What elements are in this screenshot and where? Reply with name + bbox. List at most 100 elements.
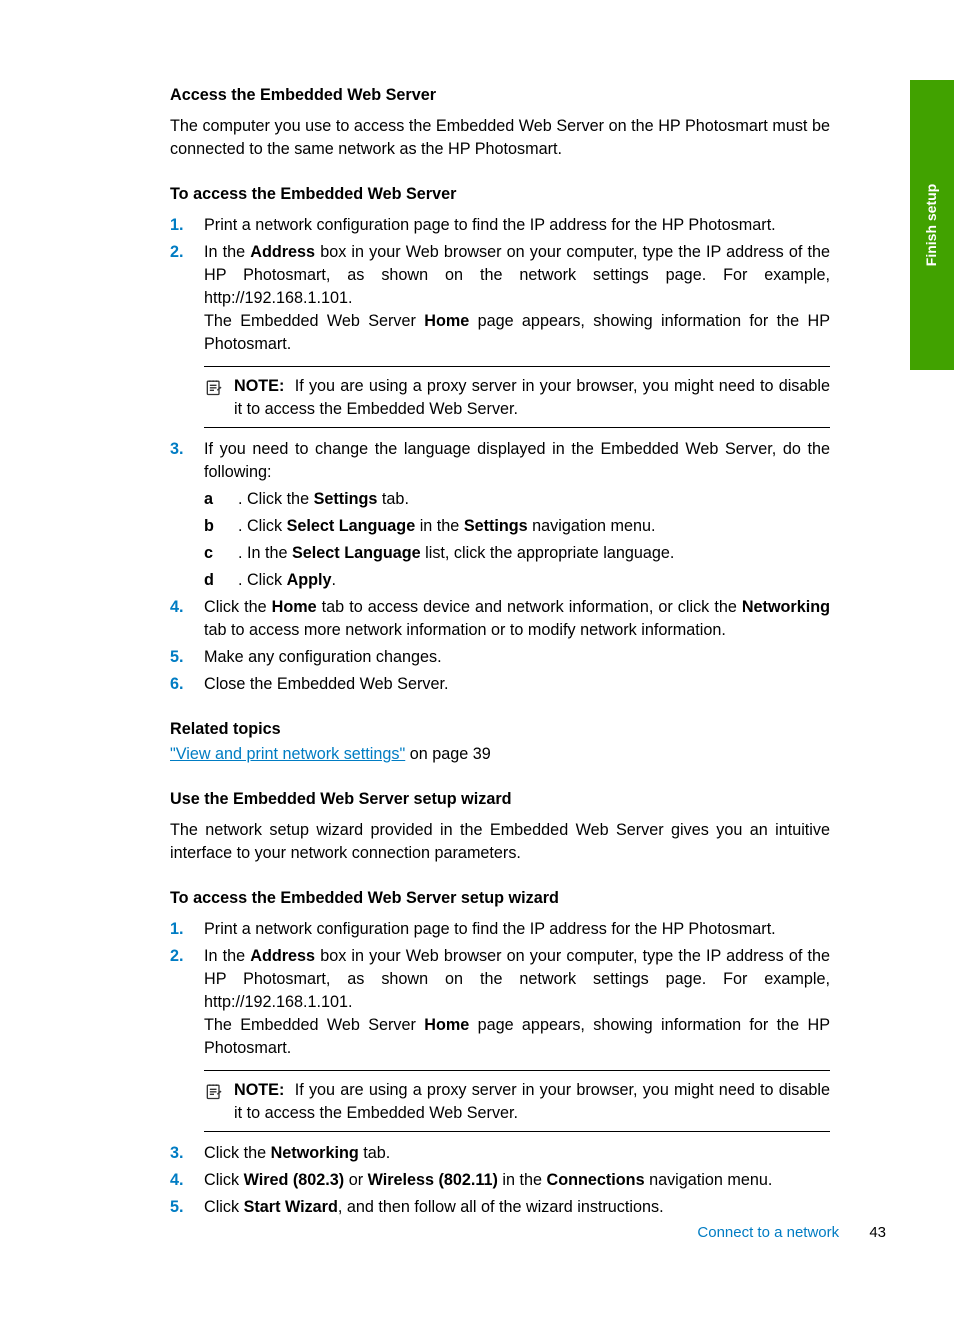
bold-text: Apply: [287, 571, 332, 589]
bold-text: Wired (802.3): [244, 1171, 345, 1189]
step-text: Click Wired (802.3) or Wireless (802.11)…: [204, 1171, 772, 1189]
text-run: tab.: [359, 1144, 391, 1162]
substep-item: d. Click Apply.: [204, 569, 830, 592]
footer-page-number: 43: [869, 1224, 886, 1241]
bold-text: Networking: [271, 1144, 359, 1162]
text-run: tab.: [377, 490, 409, 508]
text-run: tab to access device and network informa…: [317, 598, 742, 616]
text-run: . Click: [238, 571, 287, 589]
step-number: 3.: [170, 1142, 184, 1165]
related-topics-link-line: "View and print network settings" on pag…: [170, 743, 830, 766]
step-text: Make any configuration changes.: [204, 648, 442, 666]
step-text: Print a network configuration page to fi…: [204, 216, 776, 234]
text-run: In the: [204, 947, 250, 965]
bold-text: Settings: [314, 490, 378, 508]
text-run: . In the: [238, 544, 292, 562]
step-item: 3. If you need to change the language di…: [170, 438, 830, 592]
text-run: Click: [204, 1198, 244, 1216]
side-tab: Finish setup: [910, 80, 954, 370]
step-text: The Embedded Web Server Home page appear…: [204, 1014, 830, 1060]
step-text: In the Address box in your Web browser o…: [204, 947, 830, 1011]
text-run: in the: [498, 1171, 547, 1189]
text-run: In the: [204, 243, 250, 261]
step-number: 5.: [170, 1196, 184, 1219]
related-topics-heading: Related topics: [170, 718, 830, 741]
step-text: Print a network configuration page to fi…: [204, 920, 776, 938]
related-link[interactable]: "View and print network settings": [170, 745, 405, 763]
substep-letter: a: [204, 488, 213, 511]
note-text: If you are using a proxy server in your …: [234, 377, 830, 418]
text-run: navigation menu.: [645, 1171, 773, 1189]
text-run: navigation menu.: [528, 517, 656, 535]
text-run: tab to access more network information o…: [204, 621, 726, 639]
bold-text: Select Language: [287, 517, 416, 535]
footer-section-title: Connect to a network: [697, 1224, 839, 1241]
procedure-heading: To access the Embedded Web Server setup …: [170, 887, 830, 910]
step-text: In the Address box in your Web browser o…: [204, 243, 830, 307]
substep-item: a . Click the Settings tab.: [204, 488, 830, 511]
note-label: NOTE:: [234, 1081, 284, 1099]
section-heading: Use the Embedded Web Server setup wizard: [170, 788, 830, 811]
step-text: Click the Networking tab.: [204, 1144, 390, 1162]
text-run: . Click the: [238, 490, 314, 508]
section-intro: The computer you use to access the Embed…: [170, 115, 830, 161]
note-content: NOTE: If you are using a proxy server in…: [204, 375, 830, 421]
note-text: If you are using a proxy server in your …: [234, 1081, 830, 1122]
step-number: 1.: [170, 214, 184, 237]
substep-letter: c: [204, 542, 213, 565]
side-tab-label: Finish setup: [922, 184, 942, 266]
step-item: 3. Click the Networking tab.: [170, 1142, 830, 1165]
text-run: Click the: [204, 1144, 271, 1162]
text-run: Click the: [204, 598, 272, 616]
bold-text: Home: [424, 1016, 469, 1034]
text-run: .: [332, 571, 337, 589]
bold-text: Address: [250, 243, 315, 261]
note-label: NOTE:: [234, 377, 284, 395]
step-number: 2.: [170, 241, 184, 264]
bold-text: Select Language: [292, 544, 421, 562]
bold-text: Settings: [464, 517, 528, 535]
step-item: 2. In the Address box in your Web browse…: [170, 241, 830, 428]
bold-text: Address: [250, 947, 315, 965]
related-link-page: on page 39: [405, 745, 491, 763]
bold-text: Networking: [742, 598, 830, 616]
step-text: Click Start Wizard, and then follow all …: [204, 1198, 664, 1216]
text-run: Click: [204, 1171, 244, 1189]
bold-text: Connections: [547, 1171, 645, 1189]
document-page: Finish setup Access the Embedded Web Ser…: [0, 0, 954, 1321]
section-heading: Access the Embedded Web Server: [170, 84, 830, 107]
text-run: The Embedded Web Server: [204, 1016, 424, 1034]
step-item: 1. Print a network configuration page to…: [170, 918, 830, 941]
step-text: If you need to change the language displ…: [204, 440, 830, 481]
procedure-heading: To access the Embedded Web Server: [170, 183, 830, 206]
substep-letter: b: [204, 515, 214, 538]
step-item: 4. Click Wired (802.3) or Wireless (802.…: [170, 1169, 830, 1192]
text-run: or: [344, 1171, 367, 1189]
step-number: 6.: [170, 673, 184, 696]
step-number: 4.: [170, 1169, 184, 1192]
note-icon: [204, 1081, 224, 1108]
text-run: in the: [415, 517, 464, 535]
step-item: 5. Make any configuration changes.: [170, 646, 830, 669]
text-run: . Click: [238, 517, 287, 535]
bold-text: Start Wizard: [244, 1198, 338, 1216]
note-block: NOTE: If you are using a proxy server in…: [204, 366, 830, 428]
note-block: NOTE: If you are using a proxy server in…: [204, 1070, 830, 1132]
text-run: , and then follow all of the wizard inst…: [338, 1198, 664, 1216]
step-number: 1.: [170, 918, 184, 941]
page-content: Access the Embedded Web Server The compu…: [170, 84, 830, 1219]
text-run: list, click the appropriate language.: [421, 544, 675, 562]
substep-item: b . Click Select Language in the Settings…: [204, 515, 830, 538]
bold-text: Home: [272, 598, 317, 616]
step-number: 2.: [170, 945, 184, 968]
step-item: 5. Click Start Wizard, and then follow a…: [170, 1196, 830, 1219]
section-intro: The network setup wizard provided in the…: [170, 819, 830, 865]
step-number: 3.: [170, 438, 184, 461]
step-text: Close the Embedded Web Server.: [204, 675, 448, 693]
step-number: 4.: [170, 596, 184, 619]
step-item: 6. Close the Embedded Web Server.: [170, 673, 830, 696]
step-number: 5.: [170, 646, 184, 669]
text-run: The Embedded Web Server: [204, 312, 424, 330]
procedure-steps: 1. Print a network configuration page to…: [170, 214, 830, 696]
substep-item: c . In the Select Language list, click th…: [204, 542, 830, 565]
